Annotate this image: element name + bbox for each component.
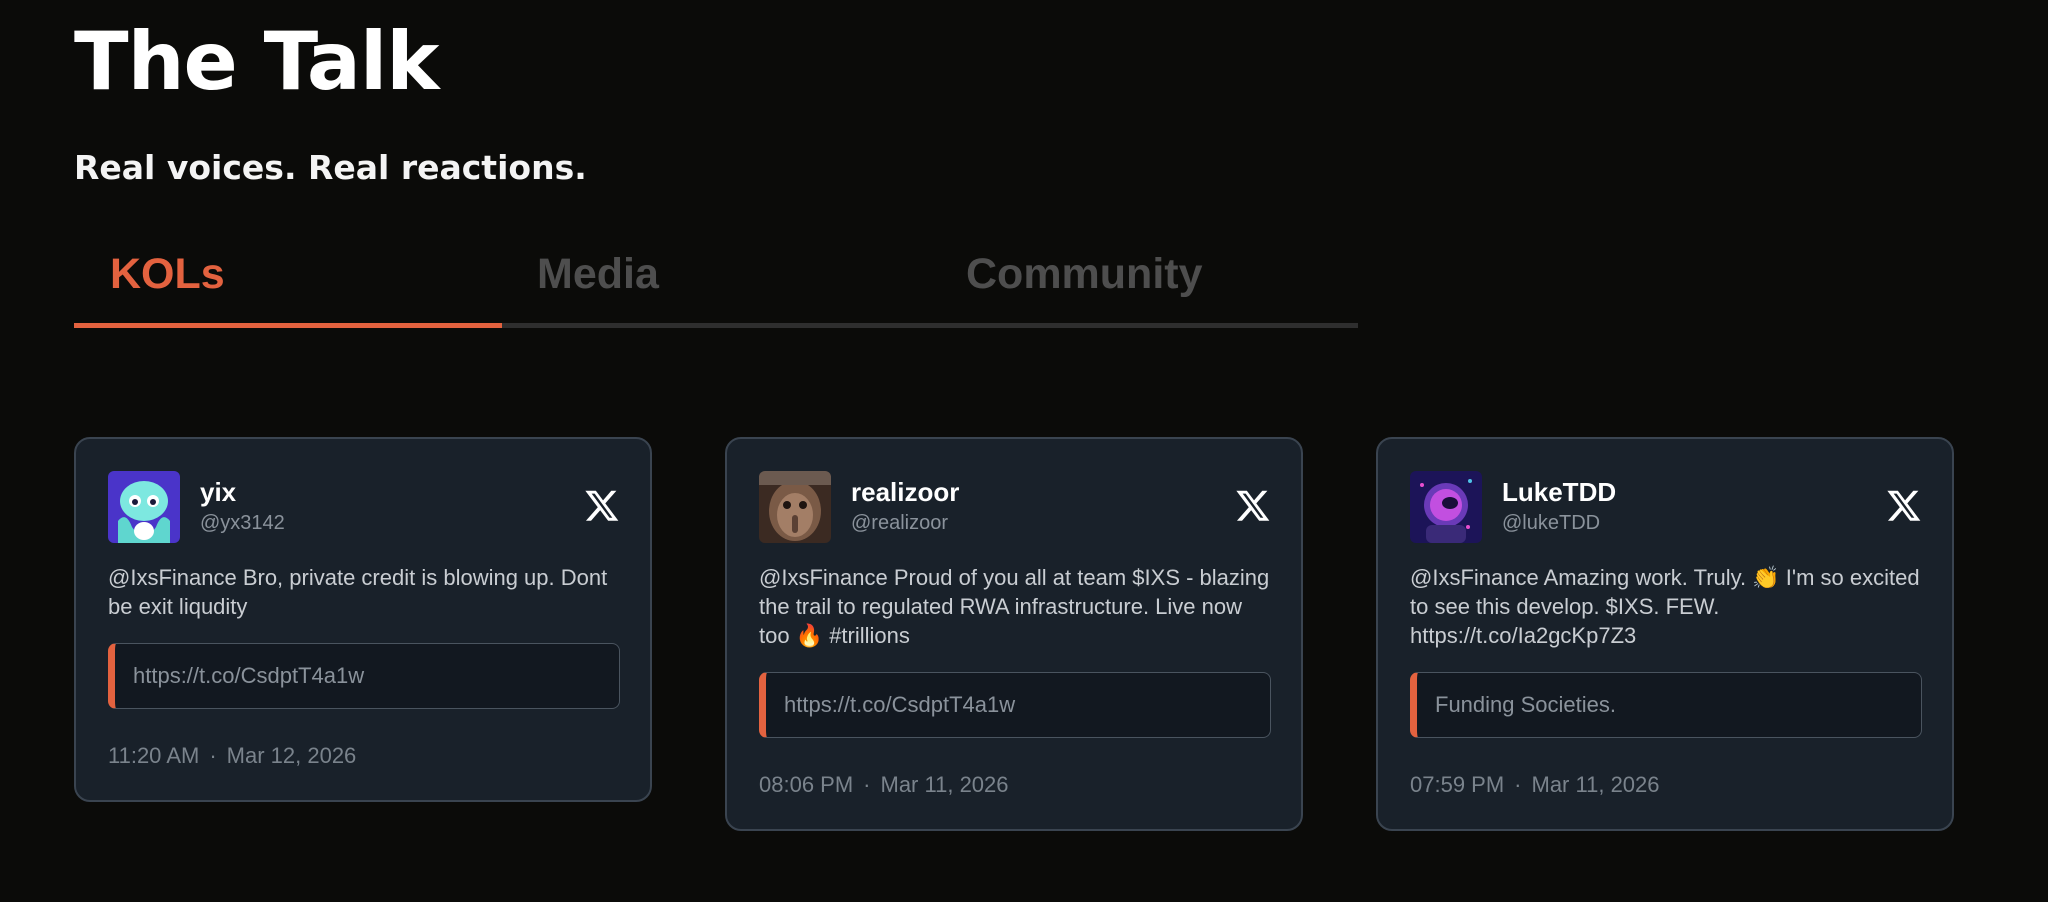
avatar[interactable] (759, 471, 831, 543)
author-name[interactable]: LukeTDD (1502, 477, 1616, 508)
page-title: The Talk (74, 15, 439, 108)
tweet-card[interactable]: yix @yx3142 @IxsFinance Bro, private cre… (74, 437, 652, 802)
tweet-card[interactable]: LukeTDD @lukeTDD @IxsFinance Amazing wor… (1376, 437, 1954, 831)
tweet-time: 11:20 AM (108, 743, 200, 768)
tweet-text: @IxsFinance Amazing work. Truly. 👏 I'm s… (1410, 565, 1920, 648)
x-logo-icon[interactable] (1235, 487, 1271, 523)
page-subtitle: Real voices. Real reactions. (74, 148, 587, 187)
tab-kols[interactable]: KOLs (110, 250, 225, 326)
tweet-card[interactable]: realizoor @realizoor @IxsFinance Proud o… (725, 437, 1303, 831)
tab-active-indicator (74, 323, 502, 328)
meta-separator: · (1514, 772, 1522, 797)
tweet-header: LukeTDD @lukeTDD (1410, 471, 1922, 545)
link-preview[interactable]: Funding Societies. (1410, 672, 1922, 738)
author-handle[interactable]: @lukeTDD (1502, 512, 1600, 535)
tweet-text: @IxsFinance Bro, private credit is blowi… (108, 565, 608, 619)
author-handle[interactable]: @realizoor (851, 512, 948, 535)
avatar[interactable] (108, 471, 180, 543)
avatar[interactable] (1410, 471, 1482, 543)
tweet-date: Mar 11, 2026 (1531, 772, 1660, 797)
tweet-text: @IxsFinance Proud of you all at team $IX… (759, 565, 1270, 648)
meta-separator: · (209, 743, 217, 768)
tweet-timestamp: 08:06 PM · Mar 11, 2026 (759, 772, 1009, 798)
meta-separator: · (863, 772, 871, 797)
tab-bar: KOLs Media Community (74, 250, 1358, 330)
tweet-timestamp: 07:59 PM · Mar 11, 2026 (1410, 772, 1660, 798)
tweet-header: yix @yx3142 (108, 471, 620, 545)
talk-section: The Talk Real voices. Real reactions. KO… (0, 0, 2048, 902)
tweet-date: Mar 12, 2026 (226, 743, 357, 768)
link-preview[interactable]: https://t.co/CsdptT4a1w (759, 672, 1271, 738)
author-handle[interactable]: @yx3142 (200, 512, 285, 535)
x-logo-icon[interactable] (584, 487, 620, 523)
x-logo-icon[interactable] (1886, 487, 1922, 523)
tab-community[interactable]: Community (966, 250, 1203, 326)
link-preview[interactable]: https://t.co/CsdptT4a1w (108, 643, 620, 709)
author-name[interactable]: yix (200, 477, 236, 508)
tweet-time: 07:59 PM (1410, 772, 1505, 797)
author-name[interactable]: realizoor (851, 477, 959, 508)
tweet-time: 08:06 PM (759, 772, 854, 797)
tweet-header: realizoor @realizoor (759, 471, 1271, 545)
tweet-timestamp: 11:20 AM · Mar 12, 2026 (108, 743, 356, 769)
tab-media[interactable]: Media (537, 250, 659, 326)
tweet-date: Mar 11, 2026 (880, 772, 1009, 797)
